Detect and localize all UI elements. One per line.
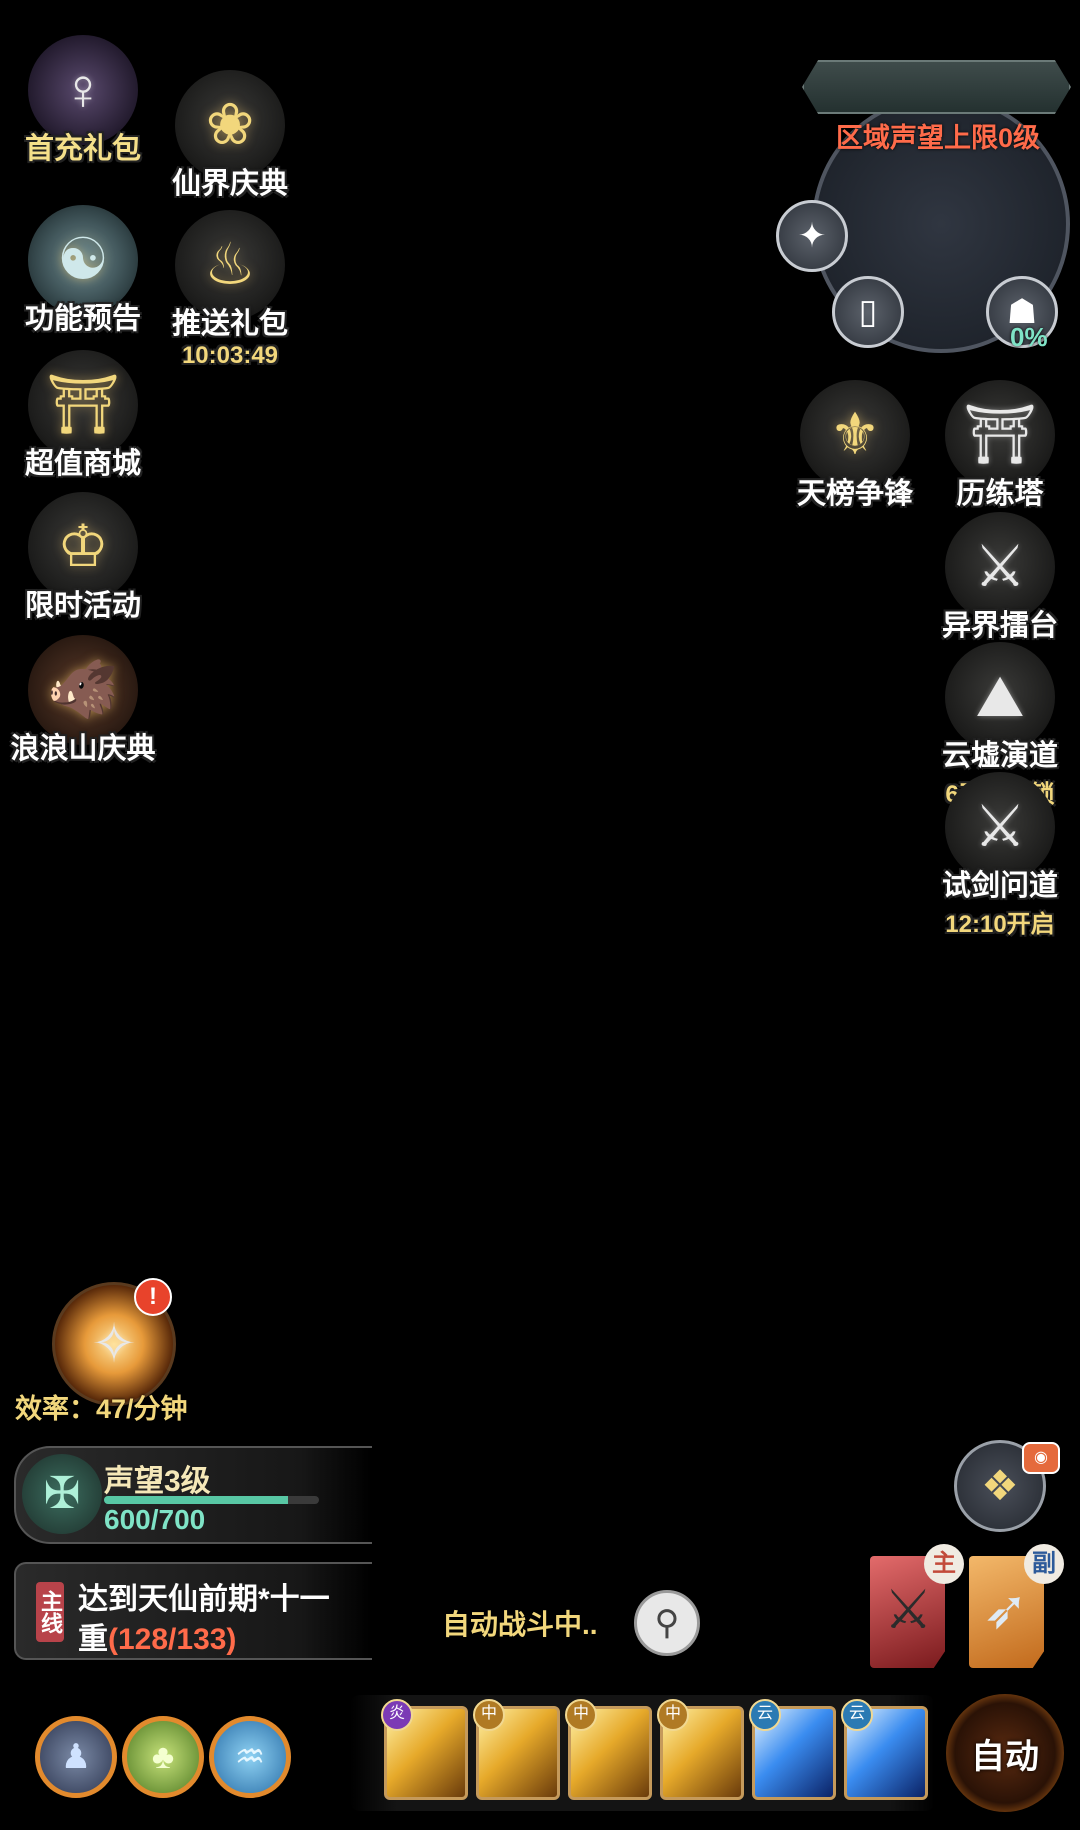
boar-mascot-icon: 🐗: [46, 657, 120, 722]
skill-badge-4: 中: [657, 1699, 689, 1731]
arena-button[interactable]: ⚔ 异界擂台: [925, 512, 1075, 644]
skill-badge-6: 云: [841, 1699, 873, 1731]
quest-tag: 主线: [36, 1582, 64, 1642]
reputation-bar: [104, 1496, 319, 1504]
alert-badge: !: [134, 1278, 172, 1316]
girl-avatar-icon: ♀: [61, 57, 105, 122]
shijian-button[interactable]: ⚔ 试剑问道 12:10开启: [925, 772, 1075, 939]
celebration-button[interactable]: ❀ 仙界庆典: [155, 70, 305, 202]
limited-event-button[interactable]: ♔ 限时活动: [8, 492, 158, 624]
sword-crest-icon: ⚜: [829, 402, 881, 467]
tower-label: 历练塔: [956, 478, 1044, 510]
skill-slot-6[interactable]: 云: [841, 1699, 928, 1800]
minimap-title-plate: [802, 60, 1071, 114]
crane-icon: ⛰: [975, 664, 1025, 729]
auto-button-label: 自动: [971, 1737, 1039, 1776]
spear-icon: ➶: [983, 1580, 1029, 1640]
gift-box-icon: ❀: [205, 92, 255, 157]
reputation-value: 600/700: [104, 1504, 206, 1535]
orb-3-button[interactable]: ♒: [209, 1716, 291, 1798]
shop-gate-icon: ⛩: [46, 372, 120, 437]
push-pack-button[interactable]: ♨ 推送礼包 10:03:49: [155, 210, 305, 370]
push-pack-label: 推送礼包: [171, 308, 288, 340]
skill-slot-1[interactable]: 炎: [381, 1699, 468, 1800]
minimap-progress: 0%: [1010, 322, 1048, 352]
arena-label: 异界擂台: [941, 610, 1058, 642]
quest-progress: (128/133): [108, 1623, 237, 1656]
grid-icon: ❖: [981, 1462, 1019, 1509]
card-icon[interactable]: ▯: [832, 276, 904, 348]
camera-icon[interactable]: ◉: [1022, 1442, 1060, 1474]
skill-slot-4[interactable]: 中: [657, 1699, 744, 1800]
auto-button[interactable]: 自动: [946, 1694, 1064, 1812]
treasure-icon: ♔: [57, 514, 109, 579]
figure-icon: ♟: [60, 1738, 92, 1776]
yunxu-label: 云墟演道: [941, 740, 1058, 772]
money-bag-icon: ♨: [204, 232, 256, 297]
preview-button[interactable]: ☯ 功能预告: [8, 205, 158, 337]
swirl-icon: ☯: [57, 227, 109, 292]
reputation-panel[interactable]: ✠ 声望3级 600/700: [14, 1446, 372, 1544]
main-weapon-tag: 主: [924, 1544, 964, 1584]
quest-line1: 达到天仙前期*十一: [78, 1583, 330, 1616]
auto-battle-status: 自动战斗中..: [442, 1609, 598, 1640]
orb-2-button[interactable]: ♣: [122, 1716, 204, 1798]
skill-badge-1: 炎: [381, 1699, 413, 1731]
pagoda-icon: ⛩: [963, 402, 1037, 467]
shop-button[interactable]: ⛩ 超值商城: [8, 350, 158, 482]
arena-icon: ⚔: [974, 534, 1026, 599]
reward-bag-icon: ✧: [91, 1314, 137, 1374]
langlang-button[interactable]: 🐗 浪浪山庆典: [8, 635, 158, 767]
water-figure-icon: ♒: [234, 1738, 266, 1776]
first-charge-label: 首充礼包: [24, 133, 141, 165]
orb-1-button[interactable]: ♟: [35, 1716, 117, 1798]
region-reputation-text: 区域声望上限0级: [836, 123, 1041, 153]
tianbang-label: 天榜争锋: [796, 478, 913, 510]
sub-weapon-tag: 副: [1024, 1544, 1064, 1584]
tianbang-button[interactable]: ⚜ 天榜争锋: [780, 380, 930, 512]
skill-badge-2: 中: [473, 1699, 505, 1731]
skill-slot-2[interactable]: 中: [473, 1699, 560, 1800]
preview-label: 功能预告: [24, 303, 141, 335]
reputation-title: 声望3级: [104, 1465, 211, 1498]
quest-line2: 重(128/133): [78, 1614, 236, 1658]
skill-badge-5: 云: [749, 1699, 781, 1731]
crossed-swords-icon: ⚔: [974, 794, 1026, 859]
search-icon[interactable]: ⚲: [634, 1590, 700, 1656]
quest-panel[interactable]: 主线 达到天仙前期*十一 重(128/133): [14, 1562, 372, 1660]
efficiency-text: 效率：47/分钟: [15, 1394, 188, 1424]
tower-button[interactable]: ⛩ 历练塔: [925, 380, 1075, 512]
shijian-open-text: 12:10开启: [945, 911, 1055, 938]
reputation-emblem-icon: ✠: [22, 1454, 102, 1534]
reputation-bar-fill: [104, 1496, 289, 1504]
compass-icon[interactable]: ✦: [776, 200, 848, 272]
sword-icon: ⚔: [884, 1580, 933, 1640]
first-charge-button[interactable]: ♀ 首充礼包: [8, 35, 158, 167]
leaf-figure-icon: ♣: [151, 1737, 175, 1776]
push-pack-timer: 10:03:49: [181, 342, 279, 369]
skill-badge-3: 中: [565, 1699, 597, 1731]
quest-line2-prefix: 重: [78, 1623, 108, 1656]
skill-slot-5[interactable]: 云: [749, 1699, 836, 1800]
shop-label: 超值商城: [24, 448, 141, 480]
skill-slot-3[interactable]: 中: [565, 1699, 652, 1800]
celebration-label: 仙界庆典: [171, 168, 288, 200]
langlang-label: 浪浪山庆典: [10, 733, 156, 765]
limited-event-label: 限时活动: [24, 590, 141, 622]
shijian-label: 试剑问道: [941, 870, 1058, 902]
